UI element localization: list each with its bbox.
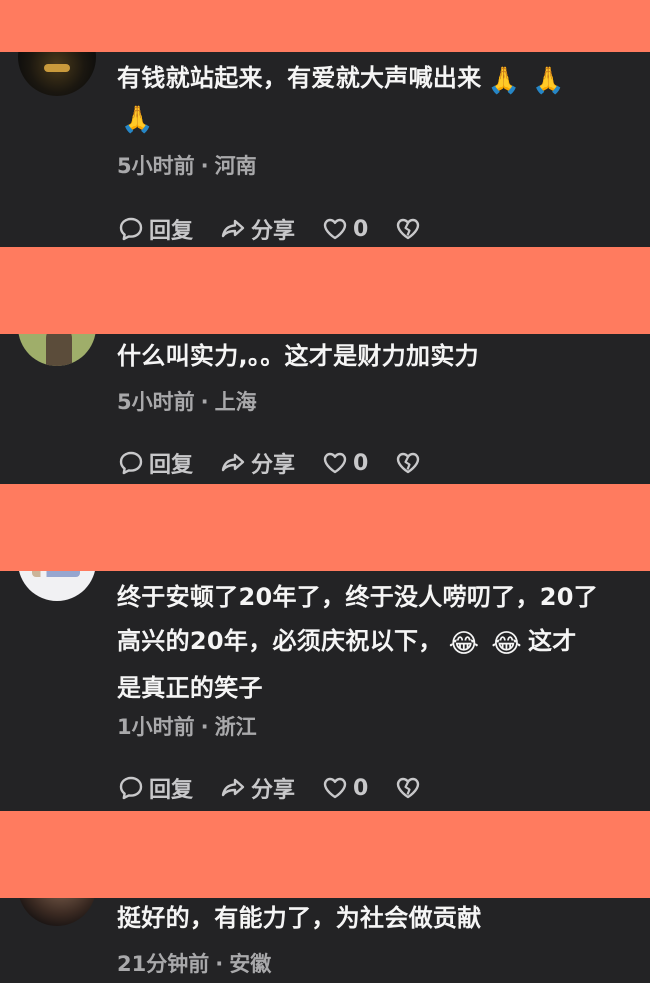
- share-arrow-icon: [221, 778, 245, 797]
- share-button[interactable]: 分享: [219, 213, 295, 245]
- comment-card: 终于安顿了20年了，终于没人唠叨了，20了 高兴的20年，必须庆祝以下， 😂 😂 这才…: [0, 571, 650, 811]
- comment-text: 终于安顿了20年了，终于没人唠叨了，20了 高兴的20年，必须庆祝以下， 😂 😂 这才…: [117, 583, 599, 702]
- like-count: 0: [353, 775, 369, 801]
- praying-hands-emoji: 🙏: [532, 66, 565, 96]
- dislike-button[interactable]: [394, 449, 426, 477]
- comment-text: 挺好的，有能力了，为社会做贡献: [117, 904, 482, 932]
- comment-actions: 回复 分享 0: [117, 446, 426, 480]
- praying-hands-emoji: 🙏: [121, 105, 154, 135]
- heart-icon: [323, 218, 347, 240]
- share-arrow-icon: [221, 453, 245, 472]
- comment-meta: 5小时前 · 上海: [117, 390, 257, 414]
- comment-card: 什么叫实力,。。这才是财力加实力 5小时前 · 上海 回复 分享 0: [0, 334, 650, 484]
- avatar[interactable]: [18, 571, 96, 601]
- top-band: [0, 0, 650, 52]
- like-button[interactable]: 0: [321, 215, 368, 243]
- comment-meta: 5小时前 · 河南: [117, 154, 257, 178]
- comment-actions: 回复 分享 0: [117, 771, 426, 805]
- comment-time: 5小时前: [117, 154, 195, 178]
- dislike-button[interactable]: [394, 215, 426, 243]
- praying-hands-emoji: 🙏: [487, 66, 521, 96]
- comment-time: 1小时前: [117, 715, 195, 739]
- comment-location: 浙江: [214, 715, 257, 739]
- comment-location: 安徽: [229, 952, 272, 976]
- comment-time: 5小时前: [117, 390, 195, 414]
- divider-band: [0, 484, 650, 571]
- comment-meta: 1小时前 · 浙江: [117, 715, 257, 739]
- comment-location: 河南: [214, 154, 257, 178]
- comment-text: 什么叫实力,。。这才是财力加实力: [117, 342, 479, 370]
- like-count: 0: [353, 450, 369, 476]
- comment-location: 上海: [214, 390, 257, 414]
- share-button[interactable]: 分享: [219, 447, 295, 479]
- like-button[interactable]: 0: [321, 774, 368, 802]
- heart-icon: [323, 452, 347, 474]
- broken-heart-icon: [397, 777, 420, 799]
- avatar[interactable]: [18, 898, 96, 926]
- dislike-button[interactable]: [394, 774, 426, 802]
- like-button[interactable]: 0: [321, 449, 368, 477]
- broken-heart-icon: [397, 218, 420, 240]
- comment-card: 挺好的，有能力了，为社会做贡献 21分钟前 · 安徽: [0, 898, 650, 983]
- avatar[interactable]: [18, 52, 96, 96]
- laughing-tears-emoji: 😂: [448, 629, 480, 659]
- avatar[interactable]: [18, 334, 96, 366]
- like-count: 0: [353, 216, 369, 242]
- comment-time: 21分钟前: [117, 952, 210, 976]
- reply-button[interactable]: 回复: [117, 213, 193, 245]
- comment-bubble-icon: [119, 776, 143, 800]
- reply-button[interactable]: 回复: [117, 447, 193, 479]
- share-arrow-icon: [221, 219, 245, 238]
- reply-button[interactable]: 回复: [117, 772, 193, 804]
- comment-bubble-icon: [119, 217, 143, 241]
- laughing-tears-emoji: 😂: [491, 629, 522, 659]
- broken-heart-icon: [397, 452, 420, 474]
- comment-meta: 21分钟前 · 安徽: [117, 952, 272, 976]
- heart-icon: [323, 777, 347, 799]
- divider-band: [0, 247, 650, 334]
- share-button[interactable]: 分享: [219, 772, 295, 804]
- comment-card: 有钱就站起来，有爱就大声喊出来 🙏 🙏 🙏 5小时前 · 河南 回复 分享 0: [0, 52, 650, 247]
- comment-bubble-icon: [119, 451, 143, 475]
- divider-band: [0, 811, 650, 898]
- comment-text: 有钱就站起来，有爱就大声喊出来 🙏 🙏 🙏: [117, 60, 627, 138]
- comment-actions: 回复 分享 0: [117, 212, 426, 246]
